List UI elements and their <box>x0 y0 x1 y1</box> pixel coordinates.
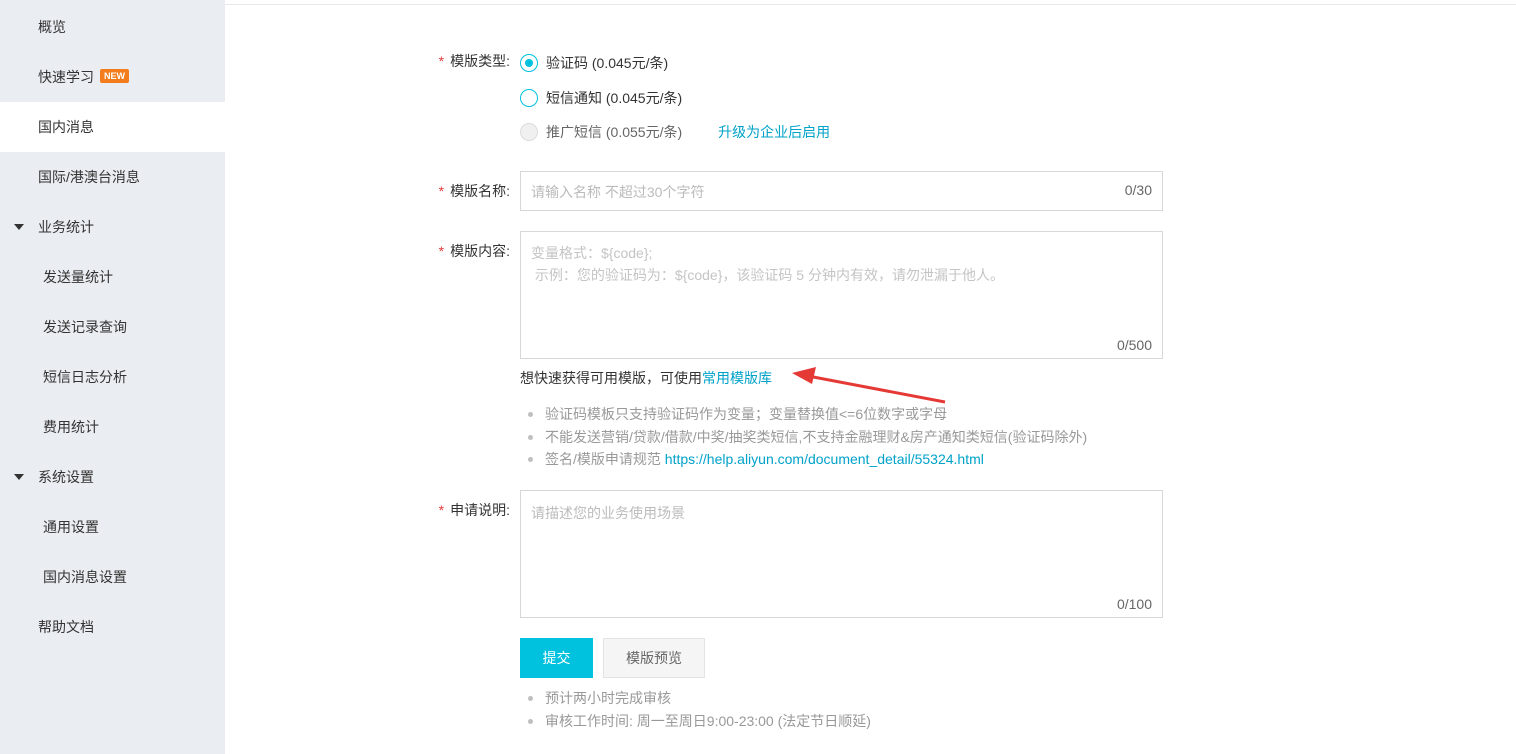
label-text: 模版类型: <box>450 53 510 69</box>
required-mark: * <box>438 502 445 518</box>
description-label: * 申请说明: <box>390 500 510 520</box>
top-divider <box>225 0 1516 5</box>
new-badge: NEW <box>100 69 129 84</box>
textarea-placeholder-line1: 变量格式：${code}; <box>531 245 653 261</box>
required-mark: * <box>438 53 445 69</box>
input-placeholder: 请输入名称 不超过30个字符 <box>531 184 705 200</box>
char-counter: 0/100 <box>1116 596 1152 612</box>
sidebar-item-overview[interactable]: 概览 <box>0 2 225 52</box>
textarea-placeholder: 请描述您的业务使用场景 <box>531 505 685 521</box>
note-text: 不能发送营销/贷款/借款/中奖/抽奖类短信,不支持金融理财&房产通知类短信(验证… <box>545 428 1088 445</box>
sidebar-item-label: 通用设置 <box>43 519 99 535</box>
list-item: 验证码模板只支持验证码作为变量；变量替换值<=6位数字或字母 <box>528 403 1087 426</box>
label-text: 模版名称: <box>450 183 510 199</box>
upgrade-enterprise-link[interactable]: 升级为企业后启用 <box>718 121 830 143</box>
sidebar-item-label: 国内消息 <box>38 119 94 135</box>
sidebar-item-label: 国内消息设置 <box>43 569 127 585</box>
sidebar-item-help-docs[interactable]: 帮助文档 <box>0 602 225 652</box>
common-template-library-link[interactable]: 常用模版库 <box>702 370 772 386</box>
content-notes-list: 验证码模板只支持验证码作为变量；变量替换值<=6位数字或字母 不能发送营销/贷款… <box>528 403 1087 471</box>
list-item: 审核工作时间: 周一至周日9:00-23:00 (法定节日顺延) <box>528 710 871 733</box>
radio-label: 推广短信 (0.055元/条) <box>546 124 683 140</box>
sidebar-item-international-messages[interactable]: 国际/港澳台消息 <box>0 152 225 202</box>
template-content-textarea[interactable]: 变量格式：${code}; 示例：您的验证码为：${code}，该验证码 5 分… <box>520 231 1163 359</box>
submit-button[interactable]: 提交 <box>520 638 593 678</box>
template-preview-button[interactable]: 模版预览 <box>603 638 705 678</box>
template-type-label: * 模版类型: <box>390 51 510 71</box>
sidebar-group-system-settings[interactable]: 系统设置 <box>0 452 225 502</box>
caret-down-icon <box>14 224 24 230</box>
quick-template-hint: 想快速获得可用模版，可使用常用模版库 <box>520 368 772 388</box>
sidebar-item-send-volume-stats[interactable]: 发送量统计 <box>0 252 225 302</box>
radio-option-promotion: 推广短信 (0.055元/条) 升级为企业后启用 <box>520 121 830 143</box>
help-doc-link[interactable]: https://help.aliyun.com/document_detail/… <box>665 451 984 467</box>
required-mark: * <box>438 183 445 199</box>
template-content-label: * 模版内容: <box>390 241 510 261</box>
sidebar-item-label: 概览 <box>38 19 66 35</box>
sidebar-item-label: 费用统计 <box>43 419 99 435</box>
radio-label: 验证码 (0.045元/条) <box>546 55 669 71</box>
label-text: 申请说明: <box>450 502 510 518</box>
sidebar-item-send-record-query[interactable]: 发送记录查询 <box>0 302 225 352</box>
radio-disabled-icon <box>520 123 538 141</box>
sidebar-group-business-stats[interactable]: 业务统计 <box>0 202 225 252</box>
radio-option-verification-code[interactable]: 验证码 (0.045元/条) <box>520 52 668 74</box>
sidebar-item-label: 短信日志分析 <box>43 369 127 385</box>
sidebar-item-label: 系统设置 <box>38 469 94 485</box>
radio-label: 短信通知 (0.045元/条) <box>546 90 683 106</box>
sidebar: 概览 快速学习 NEW 国内消息 国际/港澳台消息 业务统计 发送量统计 发送记录… <box>0 0 225 754</box>
sidebar-item-sms-log-analysis[interactable]: 短信日志分析 <box>0 352 225 402</box>
char-counter: 0/500 <box>1116 337 1152 353</box>
note-text: 审核工作时间: 周一至周日9:00-23:00 (法定节日顺延) <box>545 712 871 729</box>
page-root: 概览 快速学习 NEW 国内消息 国际/港澳台消息 业务统计 发送量统计 发送记录… <box>0 0 1516 754</box>
sidebar-item-label: 发送记录查询 <box>43 319 127 335</box>
list-item: 预计两小时完成审核 <box>528 687 871 710</box>
sidebar-item-label: 帮助文档 <box>38 619 94 635</box>
caret-down-icon <box>14 474 24 480</box>
sidebar-item-label: 快速学习 <box>38 69 94 85</box>
sidebar-item-label: 业务统计 <box>38 219 94 235</box>
char-counter: 0/30 <box>1124 182 1152 198</box>
required-mark: * <box>438 243 445 259</box>
sidebar-item-cost-stats[interactable]: 费用统计 <box>0 402 225 452</box>
list-item: 签名/模版申请规范 https://help.aliyun.com/docume… <box>528 448 1087 471</box>
sidebar-item-domestic-messages[interactable]: 国内消息 <box>0 102 225 152</box>
sidebar-item-quick-learn[interactable]: 快速学习 NEW <box>0 52 225 102</box>
template-name-label: * 模版名称: <box>390 181 510 201</box>
template-name-input[interactable]: 请输入名称 不超过30个字符 0/30 <box>520 171 1163 211</box>
review-notes-list: 预计两小时完成审核 审核工作时间: 周一至周日9:00-23:00 (法定节日顺… <box>528 687 871 732</box>
note-text: 预计两小时完成审核 <box>545 690 671 706</box>
note-text: 验证码模板只支持验证码作为变量；变量替换值<=6位数字或字母 <box>545 406 948 422</box>
radio-option-notification[interactable]: 短信通知 (0.045元/条) <box>520 87 682 109</box>
radio-checked-icon[interactable] <box>520 54 538 72</box>
sidebar-item-domestic-message-settings[interactable]: 国内消息设置 <box>0 552 225 602</box>
sidebar-item-label: 国际/港澳台消息 <box>38 169 140 185</box>
sidebar-item-label: 发送量统计 <box>43 269 113 285</box>
hint-text: 想快速获得可用模版，可使用 <box>520 370 702 386</box>
label-text: 模版内容: <box>450 243 510 259</box>
radio-unchecked-icon[interactable] <box>520 89 538 107</box>
sidebar-item-general-settings[interactable]: 通用设置 <box>0 502 225 552</box>
description-textarea[interactable]: 请描述您的业务使用场景 0/100 <box>520 490 1163 618</box>
list-item: 不能发送营销/贷款/借款/中奖/抽奖类短信,不支持金融理财&房产通知类短信(验证… <box>528 426 1087 449</box>
textarea-placeholder-line2: 示例：您的验证码为：${code}，该验证码 5 分钟内有效，请勿泄漏于他人。 <box>531 267 1004 283</box>
note-text: 签名/模版申请规范 <box>545 451 665 467</box>
